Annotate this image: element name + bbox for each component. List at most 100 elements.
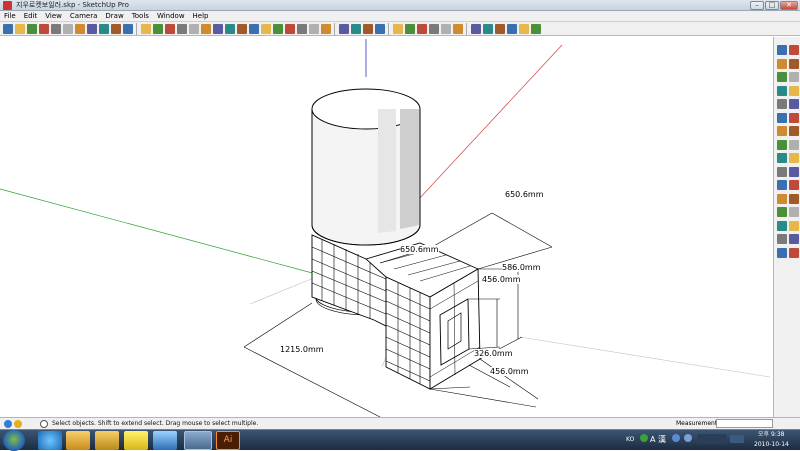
menu-camera[interactable]: Camera xyxy=(66,11,101,22)
rotate-icon[interactable] xyxy=(285,24,295,34)
line-icon[interactable] xyxy=(777,72,787,82)
move-icon[interactable] xyxy=(273,24,283,34)
ie-icon[interactable] xyxy=(38,431,62,450)
paste-icon[interactable] xyxy=(63,24,73,34)
polygon-icon[interactable] xyxy=(789,85,799,96)
circle-icon[interactable] xyxy=(789,72,799,82)
front-view-icon[interactable] xyxy=(417,24,427,34)
dimension-label-inner-depth[interactable]: 326.0mm xyxy=(474,349,513,358)
dimension-label-inner-width[interactable]: 650.6mm xyxy=(400,245,439,254)
menu-file[interactable]: File xyxy=(0,11,20,22)
push-pull-icon[interactable] xyxy=(777,112,787,123)
arc-icon[interactable] xyxy=(777,85,787,96)
settings-icon[interactable] xyxy=(672,434,680,442)
arc-icon[interactable] xyxy=(189,24,199,34)
polygon-icon[interactable] xyxy=(201,24,211,34)
zoom-extents-icon[interactable] xyxy=(375,24,385,34)
help-icon[interactable] xyxy=(40,420,48,428)
follow-me-icon[interactable] xyxy=(777,126,787,136)
rotate-icon[interactable] xyxy=(789,112,799,123)
geolocation-icon[interactable] xyxy=(4,420,12,428)
left-view-icon[interactable] xyxy=(453,24,463,34)
zoom-icon[interactable] xyxy=(363,24,373,34)
move-icon[interactable] xyxy=(789,99,799,109)
print-icon[interactable] xyxy=(111,24,121,34)
3d-text-icon[interactable] xyxy=(777,180,787,190)
credits-icon[interactable] xyxy=(14,420,22,428)
menu-draw[interactable]: Draw xyxy=(101,11,127,22)
select-icon[interactable] xyxy=(141,24,151,34)
push-pull-icon[interactable] xyxy=(261,24,271,34)
scale-icon[interactable] xyxy=(789,126,799,136)
copy-icon[interactable] xyxy=(51,24,61,34)
sketchup-app-icon[interactable] xyxy=(3,1,12,10)
menu-tools[interactable]: Tools xyxy=(128,11,153,22)
cut-icon[interactable] xyxy=(39,24,49,34)
help-tray-icon[interactable] xyxy=(684,434,692,442)
line-icon[interactable] xyxy=(153,24,163,34)
hanja-icon[interactable]: A 漢 xyxy=(650,435,666,445)
redo-icon[interactable] xyxy=(99,24,109,34)
start-icon[interactable] xyxy=(3,430,25,451)
previous-view-icon[interactable] xyxy=(789,207,799,217)
back-view-icon[interactable] xyxy=(441,24,451,34)
pan-icon[interactable] xyxy=(777,193,787,204)
eraser-icon[interactable] xyxy=(225,24,235,34)
open-icon[interactable] xyxy=(15,24,25,34)
brick-front-face[interactable] xyxy=(385,276,431,390)
shaded-icon[interactable] xyxy=(507,24,517,34)
text-icon[interactable] xyxy=(777,166,787,177)
tape-measure-icon[interactable] xyxy=(237,24,247,34)
right-view-icon[interactable] xyxy=(429,24,439,34)
zoom-extents-icon[interactable] xyxy=(789,220,799,231)
scale-icon[interactable] xyxy=(309,24,319,34)
maximize-button[interactable]: □ xyxy=(765,1,779,10)
tape-measure-icon[interactable] xyxy=(789,139,799,150)
menu-view[interactable]: View xyxy=(41,11,66,22)
protractor-icon[interactable] xyxy=(789,153,799,163)
menu-help[interactable]: Help xyxy=(189,11,213,22)
freehand-icon[interactable] xyxy=(777,99,787,109)
explorer-icon[interactable] xyxy=(66,431,90,450)
illustrator-icon[interactable]: Ai xyxy=(216,431,240,450)
new-icon[interactable] xyxy=(3,24,13,34)
network-icon[interactable] xyxy=(730,435,744,443)
tray-icons[interactable] xyxy=(698,434,726,444)
rectangle-icon[interactable] xyxy=(789,58,799,69)
menu-edit[interactable]: Edit xyxy=(20,11,42,22)
drawing-viewport[interactable]: 650.6mm 650.6mm 586.0mm 456.0mm 1215.0mm… xyxy=(0,37,773,417)
orbit-icon[interactable] xyxy=(339,24,349,34)
top-view-icon[interactable] xyxy=(405,24,415,34)
zoom-window-icon[interactable] xyxy=(777,207,787,217)
select-icon[interactable] xyxy=(777,45,787,55)
eraser-icon[interactable] xyxy=(789,45,799,55)
offset-icon[interactable] xyxy=(777,139,787,150)
folder-icon[interactable] xyxy=(95,431,119,450)
erase-icon[interactable] xyxy=(75,24,85,34)
close-button[interactable]: ✕ xyxy=(780,1,798,10)
ime-icon[interactable] xyxy=(640,434,648,442)
iso-view-icon[interactable] xyxy=(393,24,403,34)
look-around-icon[interactable] xyxy=(777,247,787,258)
monochrome-icon[interactable] xyxy=(531,24,541,34)
dimension-label-outer-depth[interactable]: 456.0mm xyxy=(490,367,529,376)
model-info-icon[interactable] xyxy=(123,24,133,34)
offset-icon[interactable] xyxy=(321,24,331,34)
save-icon[interactable] xyxy=(27,24,37,34)
language-indicator[interactable]: KO xyxy=(626,435,634,445)
minimize-button[interactable]: – xyxy=(750,1,764,10)
walk-icon[interactable] xyxy=(789,234,799,244)
undo-icon[interactable] xyxy=(87,24,97,34)
position-camera-icon[interactable] xyxy=(777,234,787,244)
freehand-icon[interactable] xyxy=(213,24,223,34)
paint-bucket-icon[interactable] xyxy=(249,24,259,34)
wireframe-icon[interactable] xyxy=(483,24,493,34)
xray-icon[interactable] xyxy=(471,24,481,34)
dimension-label-length[interactable]: 1215.0mm xyxy=(280,345,324,354)
circle-icon[interactable] xyxy=(177,24,187,34)
section-plane-icon[interactable] xyxy=(789,247,799,258)
dimension-label-outer-height[interactable]: 586.0mm xyxy=(502,263,541,272)
dimension-icon[interactable] xyxy=(777,153,787,163)
sketchup-icon[interactable] xyxy=(184,431,212,450)
kakao-icon[interactable] xyxy=(124,431,148,450)
